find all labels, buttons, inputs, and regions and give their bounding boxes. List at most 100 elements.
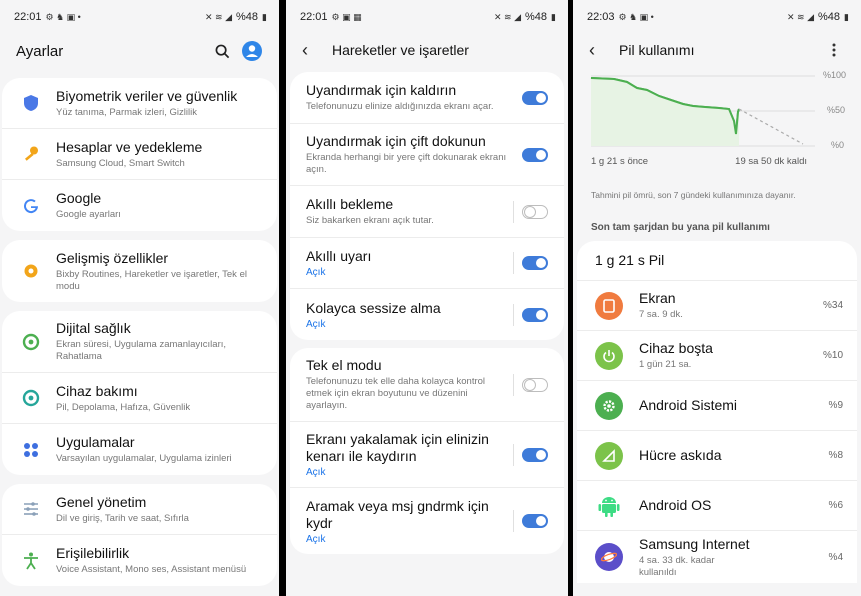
motion-item-easy-mute[interactable]: Kolayca sessize alma Açık — [290, 289, 564, 340]
settings-item-accessibility[interactable]: Erişilebilirlik Voice Assistant, Mono se… — [2, 535, 277, 586]
sliders-icon — [20, 498, 42, 520]
battery-header: ‹ Pil kullanımı — [573, 34, 861, 66]
motions-screen: 22:01 ⚙ ▣ ▦ ✕ ≋ ◢ %48 ▮ ‹ Hareketler ve … — [286, 0, 568, 596]
signal-icons: ✕ ≋ ◢ — [494, 11, 522, 22]
settings-item-subtitle: Samsung Cloud, Smart Switch — [56, 157, 185, 169]
motion-item-title: Akıllı bekleme — [306, 196, 394, 212]
notification-icons: ⚙ ▣ ▦ — [331, 11, 362, 22]
battery-app-row[interactable]: Ekran 7 sa. 9 dk. %34 — [577, 281, 857, 331]
battery-app-row[interactable]: Cihaz boşta 1 gün 21 sa. %10 — [577, 331, 857, 381]
advanced-features-icon — [20, 260, 42, 282]
app-detail: 1 gün 21 sa. — [639, 359, 692, 370]
status-time: 22:01 — [300, 11, 328, 23]
settings-group-device: Dijital sağlık Ekran süresi, Uygulama za… — [2, 311, 277, 475]
app-name: Cihaz boşta — [639, 340, 713, 356]
status-battery: %48 — [236, 11, 259, 23]
digital-wellbeing-icon — [20, 331, 42, 353]
shield-icon — [20, 92, 42, 114]
settings-item-accounts[interactable]: Hesaplar ve yedekleme Samsung Cloud, Sma… — [2, 129, 277, 180]
battery-app-row[interactable]: Android Sistemi %9 — [577, 381, 857, 431]
screen-icon — [595, 291, 623, 320]
motion-item-title: Kolayca sessize alma — [306, 299, 441, 316]
battery-app-row[interactable]: Android OS %6 — [577, 481, 857, 531]
toggle-switch[interactable] — [522, 377, 548, 392]
app-percent: %9 — [828, 400, 843, 411]
settings-group-general: Genel yönetim Dil ve giriş, Tarih ve saa… — [2, 484, 277, 586]
power-icon — [595, 341, 623, 370]
divider — [513, 373, 514, 396]
account-icon[interactable] — [241, 40, 263, 62]
battery-app-row[interactable]: Samsung Internet 4 sa. 33 dk. kadar kull… — [577, 531, 857, 583]
settings-item-title: Uygulamalar — [56, 434, 135, 450]
search-icon[interactable] — [211, 40, 233, 62]
page-title: Pil kullanımı — [619, 42, 695, 58]
settings-item-subtitle: Dil ve giriş, Tarih ve saat, Sıfırla — [56, 512, 189, 524]
motion-item-title: Akıllı uyarı — [306, 248, 372, 264]
app-detail: 4 sa. 33 dk. kadar kullanıldı — [639, 554, 715, 578]
settings-item-digital-wellbeing[interactable]: Dijital sağlık Ekran süresi, Uygulama za… — [2, 311, 277, 373]
app-detail: 7 sa. 9 dk. — [639, 309, 683, 320]
divider — [513, 443, 514, 466]
settings-group-security: Biyometrik veriler ve güvenlik Yüz tanım… — [2, 78, 277, 231]
motion-item-title: Tek el modu — [306, 357, 382, 373]
chart-start-label: 1 g 21 s önce — [591, 156, 649, 167]
notification-icons: ⚙ ♞ ▣ • — [618, 11, 654, 22]
status-bar: 22:01 ⚙ ▣ ▦ ✕ ≋ ◢ %48 ▮ — [286, 0, 568, 34]
battery-app-row[interactable]: Hücre askıda %8 — [577, 431, 857, 481]
toggle-switch[interactable] — [522, 514, 548, 528]
app-percent: %6 — [828, 500, 843, 511]
motion-item-subtitle: Telefonunuzu elinize aldığınızda ekranı … — [306, 101, 494, 112]
back-arrow-icon[interactable]: ‹ — [589, 40, 611, 61]
axis-label-100: %100 — [823, 70, 847, 80]
page-title: Ayarlar — [16, 42, 64, 60]
settings-item-general-management[interactable]: Genel yönetim Dil ve giriş, Tarih ve saa… — [2, 484, 277, 535]
settings-item-subtitle: Ekran süresi, Uygulama zamanlayıcıları, … — [56, 339, 227, 362]
settings-item-google[interactable]: Google Google ayarları — [2, 180, 277, 231]
battery-level-chart: %100 %50 %0 1 g 21 s önce 19 sa 50 dk ka… — [579, 70, 855, 222]
motion-item-subtitle: Siz bakarken ekranı açık tutar. — [306, 215, 434, 226]
toggle-switch[interactable] — [522, 447, 548, 462]
motion-item-palm-swipe-capture[interactable]: Ekranı yakalamak için elinizin kenarı il… — [290, 422, 564, 488]
toggle-switch[interactable] — [522, 256, 548, 270]
motion-item-status: Açık — [306, 267, 326, 278]
chart-note: Tahmini pil ömrü, son 7 gündeki kullanım… — [591, 190, 796, 200]
status-battery: %48 — [818, 11, 841, 23]
motion-item-double-tap-to-wake[interactable]: Uyandırmak için çift dokunun Ekranda her… — [290, 124, 564, 186]
app-name: Ekran — [639, 290, 676, 306]
signal-icons: ✕ ≋ ◢ — [205, 11, 233, 22]
motion-item-status: Açık — [306, 467, 326, 478]
motion-item-swipe-to-call[interactable]: Aramak veya msj gndrmk için kydr Açık — [290, 488, 564, 554]
battery-history-area — [591, 78, 739, 146]
settings-item-title: Erişilebilirlik — [56, 545, 130, 561]
signal-icons: ✕ ≋ ◢ — [787, 11, 815, 22]
motions-group-1: Uyandırmak için kaldırın Telefonunuzu el… — [290, 72, 564, 340]
settings-item-apps[interactable]: Uygulamalar Varsayılan uygulamalar, Uygu… — [2, 424, 277, 475]
settings-item-subtitle: Yüz tanıma, Parmak izleri, Gizlilik — [56, 106, 197, 118]
toggle-switch[interactable] — [522, 204, 548, 219]
settings-item-title: Gelişmiş özellikler — [56, 249, 169, 266]
android-system-gear-icon — [595, 391, 623, 420]
back-arrow-icon[interactable]: ‹ — [302, 40, 324, 61]
toggle-switch[interactable] — [522, 90, 548, 105]
settings-item-device-care[interactable]: Cihaz bakımı Pil, Depolama, Hafıza, Güve… — [2, 373, 277, 424]
motions-group-2: Tek el modu Telefonunuzu tek elle daha k… — [290, 348, 564, 554]
settings-item-biometrics[interactable]: Biyometrik veriler ve güvenlik Yüz tanım… — [2, 78, 277, 129]
battery-icon: ▮ — [262, 11, 267, 22]
motion-item-one-handed-mode[interactable]: Tek el modu Telefonunuzu tek elle daha k… — [290, 348, 564, 422]
google-icon — [20, 195, 42, 217]
settings-screen: 22:01 ⚙ ♞ ▣ • ✕ ≋ ◢ %48 ▮ Ayarlar Biyome… — [0, 0, 279, 596]
toggle-switch[interactable] — [522, 147, 548, 162]
motion-item-lift-to-wake[interactable]: Uyandırmak için kaldırın Telefonunuzu el… — [290, 72, 564, 124]
status-bar: 22:03 ⚙ ♞ ▣ • ✕ ≋ ◢ %48 ▮ — [573, 0, 861, 34]
chart-end-label: 19 sa 50 dk kaldı — [735, 156, 807, 167]
settings-item-subtitle: Pil, Depolama, Hafıza, Güvenlik — [56, 401, 191, 413]
more-options-icon[interactable] — [823, 39, 845, 61]
cell-signal-icon — [595, 441, 623, 470]
app-name: Hücre askıda — [639, 447, 722, 463]
android-robot-icon — [595, 492, 623, 520]
device-care-icon — [20, 387, 42, 409]
toggle-switch[interactable] — [522, 307, 548, 322]
motion-item-smart-alert[interactable]: Akıllı uyarı Açık — [290, 238, 564, 289]
motion-item-smart-stay[interactable]: Akıllı bekleme Siz bakarken ekranı açık … — [290, 186, 564, 238]
settings-item-advanced-features[interactable]: Gelişmiş özellikler Bixby Routines, Hare… — [2, 240, 277, 302]
